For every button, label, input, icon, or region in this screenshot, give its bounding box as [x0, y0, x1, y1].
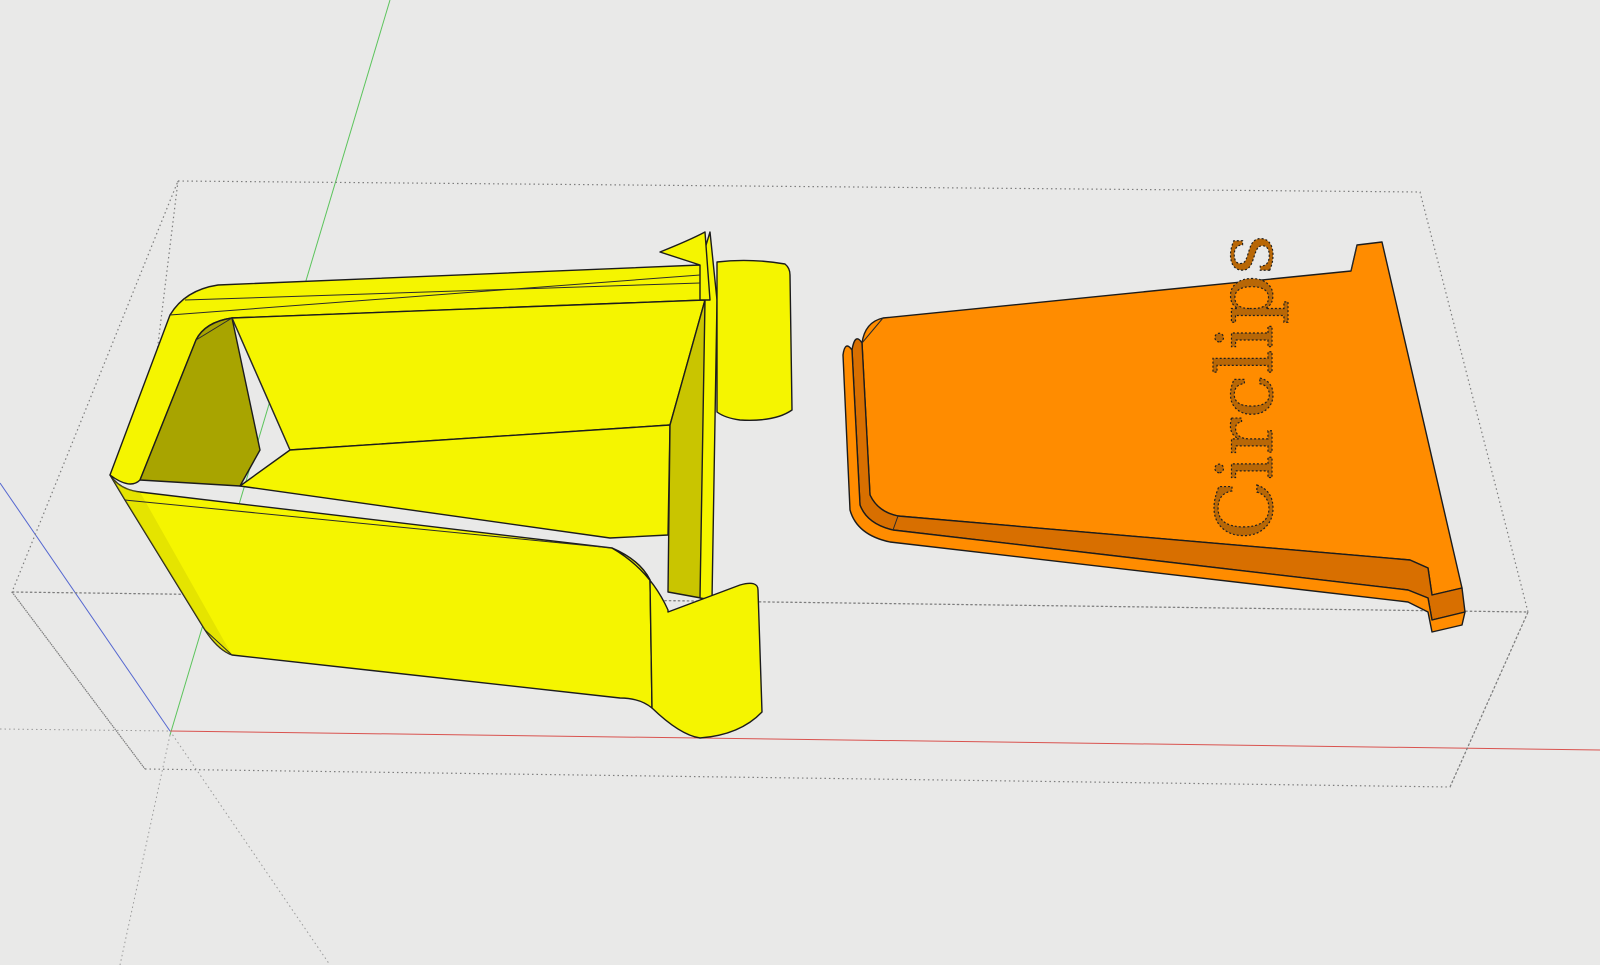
red-axis-hidden	[0, 728, 171, 732]
lid-engraved-text: Circlips	[1201, 235, 1291, 540]
blue-axis-hidden	[169, 730, 331, 965]
3d-scene[interactable]: Circlips	[0, 0, 1600, 965]
yellow-box-component[interactable]	[109, 231, 793, 739]
red-axis	[169, 730, 1600, 751]
sketchup-viewport[interactable]: Circlips	[0, 0, 1600, 965]
orange-lid-component[interactable]: Circlips	[842, 234, 1466, 633]
box-back-clip	[716, 259, 793, 421]
